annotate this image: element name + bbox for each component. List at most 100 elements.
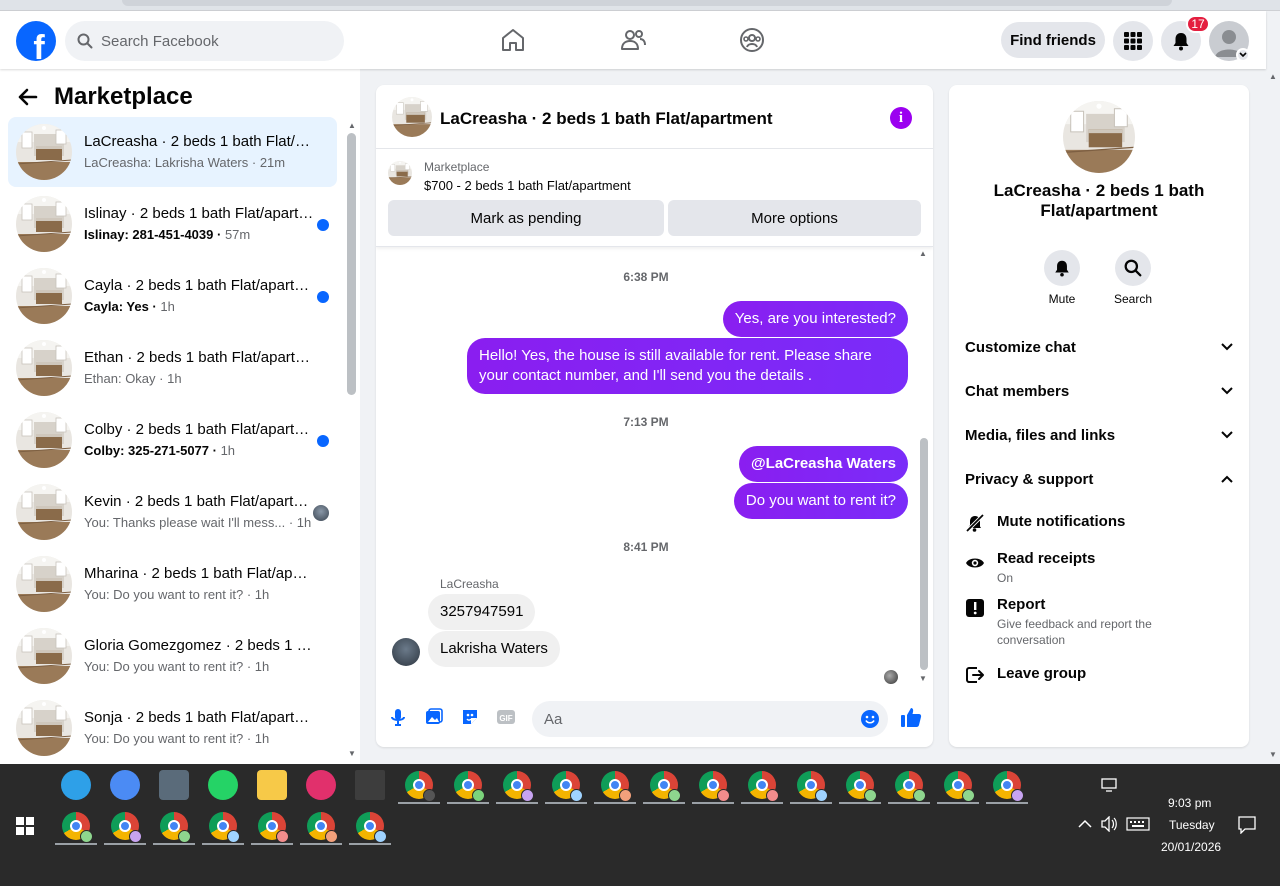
chevron-up-icon[interactable]	[1078, 819, 1092, 829]
chrome-window-icon[interactable]	[797, 771, 828, 802]
info-icon[interactable]: i	[890, 107, 912, 129]
browser-address-bar[interactable]	[122, 0, 1172, 6]
chat-title[interactable]: LaCreasha · 2 beds 1 bath Flat/apartment	[440, 109, 773, 129]
outgoing-message[interactable]: Yes, are you interested?	[722, 301, 908, 337]
message-input[interactable]	[544, 710, 844, 728]
conversation-item[interactable]: Mharina · 2 beds 1 bath Flat/apartment Yo…	[8, 549, 337, 619]
mark-as-pending-button[interactable]: Mark as pending	[388, 200, 664, 236]
conversation-item[interactable]: Gloria Gomezgomez · 2 beds 1 bath Flat/a…	[8, 621, 337, 691]
listing-thumbnail[interactable]	[388, 161, 412, 185]
search-input[interactable]	[101, 32, 321, 50]
mute-action[interactable]: Mute	[1034, 250, 1090, 306]
chat-scrollbar[interactable]	[920, 438, 928, 670]
sticker-icon[interactable]	[460, 707, 480, 727]
app-icon[interactable]	[355, 770, 385, 800]
notification-center-icon[interactable]	[1238, 816, 1256, 834]
conversation-item[interactable]: Kevin · 2 beds 1 bath Flat/apartment You:…	[8, 477, 337, 547]
chrome-window-icon[interactable]	[650, 771, 681, 802]
whatsapp-icon[interactable]	[208, 770, 238, 800]
chrome-window-icon[interactable]	[601, 771, 632, 802]
clock-day[interactable]: Tuesday	[1169, 818, 1215, 832]
menu-button[interactable]	[1113, 21, 1153, 61]
details-avatar[interactable]	[1063, 101, 1135, 173]
volume-icon[interactable]	[1100, 816, 1118, 832]
back-arrow-icon[interactable]	[18, 88, 38, 106]
calculator-icon[interactable]	[159, 770, 189, 800]
thumbs-up-icon[interactable]	[900, 706, 922, 728]
outgoing-message[interactable]: Hello! Yes, the house is still available…	[467, 338, 908, 394]
leave-group-item[interactable]: Leave group	[965, 665, 1233, 689]
chrome-window-icon[interactable]	[62, 812, 93, 843]
browser-icon[interactable]	[110, 770, 140, 800]
section-label: Customize chat	[965, 338, 1076, 356]
incoming-message[interactable]: Lakrisha Waters	[428, 631, 560, 667]
conversation-item[interactable]: Sonja · 2 beds 1 bath Flat/apartment You:…	[8, 693, 337, 763]
chrome-window-icon[interactable]	[209, 812, 240, 843]
media-files-links-section[interactable]: Media, files and links	[965, 417, 1233, 453]
network-monitor-icon[interactable]	[1101, 778, 1119, 792]
sidebar-scroll-up-arrow[interactable]: ▲	[347, 121, 357, 131]
file-explorer-icon[interactable]	[257, 770, 287, 800]
outgoing-message[interactable]: Do you want to rent it?	[733, 483, 908, 519]
account-menu-button[interactable]	[1236, 48, 1250, 62]
groups-icon[interactable]	[738, 26, 766, 54]
page-scroll-down-arrow[interactable]: ▼	[1268, 750, 1278, 759]
conversation-item[interactable]: Ethan · 2 beds 1 bath Flat/apartment Etha…	[8, 333, 337, 403]
privacy-support-section[interactable]: Privacy & support	[965, 461, 1233, 497]
conversation-item[interactable]: Cayla · 2 beds 1 bath Flat/apartment Cayl…	[8, 261, 337, 331]
clock-time[interactable]: 9:03 pm	[1168, 796, 1211, 810]
page-scroll-up-arrow[interactable]: ▲	[1268, 72, 1278, 81]
chevron-up-icon	[1221, 475, 1233, 483]
chat-members-section[interactable]: Chat members	[965, 373, 1233, 409]
emoji-icon[interactable]	[860, 709, 880, 729]
sidebar-scrollbar[interactable]	[347, 133, 356, 395]
outgoing-mention-message[interactable]: @LaCreasha Waters	[739, 446, 908, 482]
sender-avatar[interactable]	[392, 638, 420, 666]
chrome-window-icon[interactable]	[699, 771, 730, 802]
chrome-window-icon[interactable]	[846, 771, 877, 802]
facebook-logo[interactable]: f	[16, 21, 56, 61]
listing-price-title[interactable]: $700 - 2 beds 1 bath Flat/apartment	[424, 178, 631, 193]
message-input-wrapper[interactable]	[532, 701, 888, 737]
search-bar[interactable]	[65, 21, 344, 61]
chrome-window-icon[interactable]	[356, 812, 387, 843]
customize-chat-section[interactable]: Customize chat	[965, 329, 1233, 365]
chat-scroll-down-arrow[interactable]: ▼	[918, 674, 928, 683]
photo-icon[interactable]	[424, 707, 444, 727]
seen-avatar	[313, 505, 329, 521]
friends-icon[interactable]	[619, 26, 647, 54]
chrome-window-icon[interactable]	[307, 812, 338, 843]
chrome-window-icon[interactable]	[111, 812, 142, 843]
windows-start-icon[interactable]	[16, 817, 34, 835]
chrome-window-icon[interactable]	[895, 771, 926, 802]
gif-icon[interactable]: GIF	[496, 707, 516, 727]
microphone-icon[interactable]	[388, 707, 408, 727]
more-options-button[interactable]: More options	[668, 200, 921, 236]
instagram-icon[interactable]	[306, 770, 336, 800]
chrome-window-icon[interactable]	[993, 771, 1024, 802]
chrome-window-icon[interactable]	[160, 812, 191, 843]
incoming-message[interactable]: 3257947591	[428, 594, 536, 630]
keyboard-icon[interactable]	[1126, 817, 1150, 831]
chrome-window-icon[interactable]	[944, 771, 975, 802]
sidebar-scroll-down-arrow[interactable]: ▼	[347, 749, 357, 759]
home-icon[interactable]	[499, 26, 527, 54]
search-action[interactable]: Search	[1105, 250, 1161, 306]
conversation-item[interactable]: Islinay · 2 beds 1 bath Flat/apartment Is…	[8, 189, 337, 259]
find-friends-button[interactable]: Find friends	[1001, 22, 1105, 58]
chrome-window-icon[interactable]	[503, 771, 534, 802]
app-icon[interactable]	[61, 770, 91, 800]
chrome-window-icon[interactable]	[454, 771, 485, 802]
conversation-item[interactable]: LaCreasha · 2 beds 1 bath Flat/apartment…	[8, 117, 337, 187]
mute-notifications-item[interactable]: Mute notifications	[965, 513, 1233, 537]
chat-avatar[interactable]	[392, 97, 432, 137]
chrome-window-icon[interactable]	[748, 771, 779, 802]
clock-date[interactable]: 20/01/2026	[1161, 840, 1221, 854]
chrome-window-icon[interactable]	[552, 771, 583, 802]
read-receipts-item[interactable]: Read receipts On	[965, 550, 1233, 588]
chrome-window-icon[interactable]	[405, 771, 436, 802]
chat-scroll-up-arrow[interactable]: ▲	[918, 249, 928, 258]
conversation-item[interactable]: Colby · 2 beds 1 bath Flat/apartment Colb…	[8, 405, 337, 475]
chrome-window-icon[interactable]	[258, 812, 289, 843]
report-item[interactable]: Report Give feedback and report the conv…	[965, 596, 1233, 648]
